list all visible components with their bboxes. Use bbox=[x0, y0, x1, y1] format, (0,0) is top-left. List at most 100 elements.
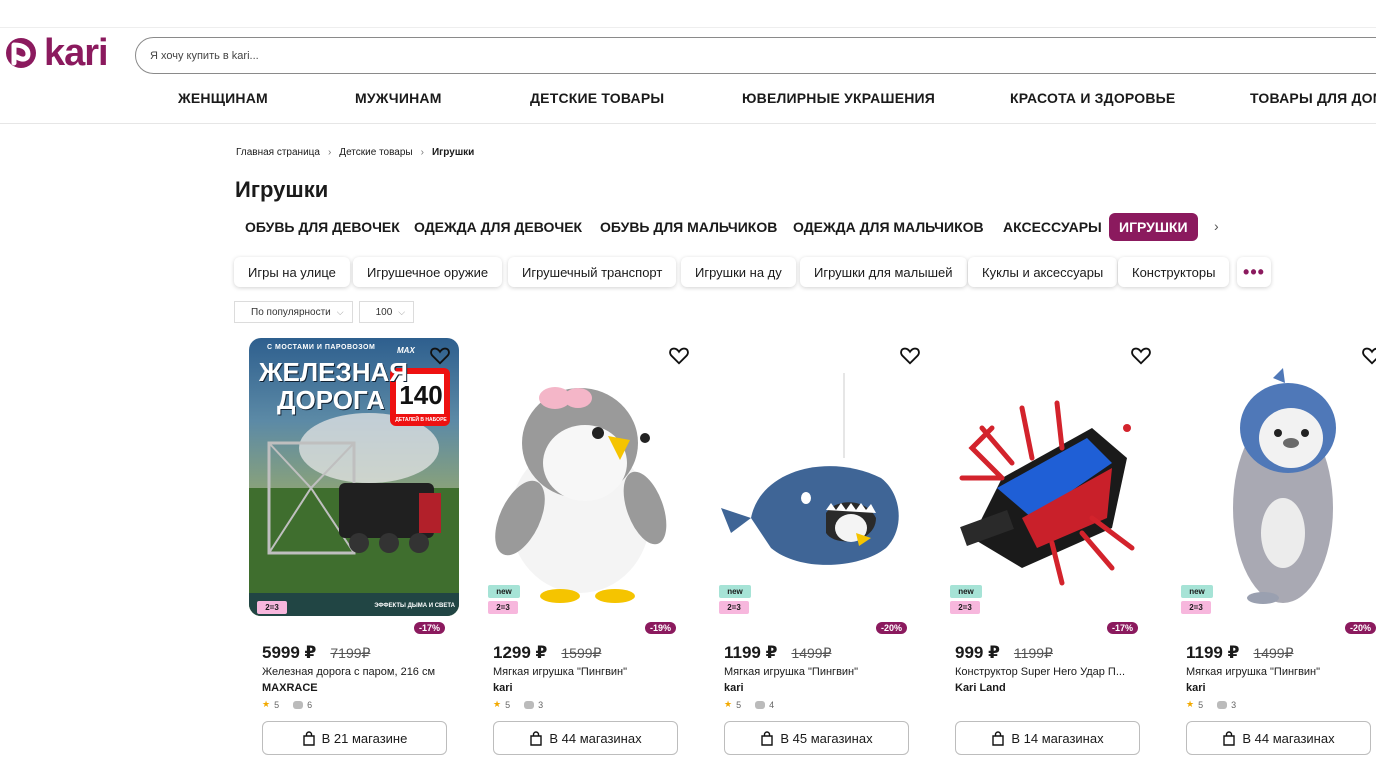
tab-toys[interactable]: ИГРУШКИ bbox=[1109, 213, 1198, 241]
discount-badge: -20% bbox=[1344, 622, 1376, 634]
product-brand: kari bbox=[493, 682, 513, 694]
review-count: 6 bbox=[307, 699, 313, 710]
chip-dolls[interactable]: Куклы и аксессуары bbox=[968, 257, 1118, 287]
old-price: 7199₽ bbox=[330, 645, 371, 661]
breadcrumb-kids[interactable]: Детские товары bbox=[339, 147, 412, 158]
promo-badge: 2=3 bbox=[257, 601, 287, 614]
review-count: 4 bbox=[769, 699, 775, 710]
heart-icon[interactable] bbox=[1130, 344, 1152, 366]
store-availability-button[interactable]: В 14 магазинах bbox=[955, 721, 1140, 755]
star-icon: ★ bbox=[1186, 699, 1195, 709]
nav-item-beauty[interactable]: КРАСОТА И ЗДОРОВЬЕ bbox=[1010, 90, 1175, 106]
product-image[interactable]: new 2=3 bbox=[1173, 338, 1376, 616]
box-brand: MAX bbox=[397, 346, 415, 355]
store-availability-label: В 14 магазинах bbox=[1011, 730, 1104, 746]
nav-item-kids[interactable]: ДЕТСКИЕ ТОВАРЫ bbox=[530, 90, 664, 106]
price-block: 5999 ₽ 7199₽ bbox=[262, 643, 370, 663]
price-block: 1199 ₽ 1499₽ bbox=[724, 643, 832, 663]
logo-text: kari bbox=[44, 32, 109, 74]
breadcrumb-home[interactable]: Главная страница bbox=[236, 147, 320, 158]
per-page-select[interactable]: 100 ⌵ bbox=[358, 301, 415, 323]
product-name[interactable]: Мягкая игрушка "Пингвин" bbox=[724, 666, 914, 678]
tab-girls-shoes[interactable]: ОБУВЬ ДЛЯ ДЕВОЧЕК bbox=[235, 213, 410, 241]
current-price: 1199 ₽ bbox=[1186, 643, 1240, 662]
nav-item-home[interactable]: ТОВАРЫ ДЛЯ ДОМА bbox=[1250, 90, 1376, 106]
price-block: 1299 ₽ 1599₽ bbox=[493, 643, 601, 663]
more-chips-button[interactable]: ••• bbox=[1237, 257, 1271, 287]
rating-row: ★ 5 6 bbox=[262, 699, 312, 710]
promo-badge: 2=3 bbox=[488, 601, 518, 614]
shopping-bag-icon bbox=[992, 730, 1005, 746]
heart-icon[interactable] bbox=[899, 344, 921, 366]
box-title-line1: ЖЕЛЕЗНАЯ bbox=[259, 357, 408, 387]
star-icon: ★ bbox=[724, 699, 733, 709]
store-availability-button[interactable]: В 21 магазине bbox=[262, 721, 447, 755]
chip-toy-transport[interactable]: Игрушечный транспорт bbox=[508, 257, 677, 287]
product-brand: kari bbox=[724, 682, 744, 694]
product-card[interactable]: new 2=3 -17% 999 ₽ 1199₽ Конструктор Sup… bbox=[942, 338, 1152, 755]
heart-icon[interactable] bbox=[429, 344, 451, 366]
tab-girls-clothes[interactable]: ОДЕЖДА ДЛЯ ДЕВОЧЕК bbox=[404, 213, 592, 241]
product-card[interactable]: С МОСТАМИ И ПАРОВОЗОМ MAX ЖЕЛЕЗНАЯ ДОРОГ… bbox=[249, 338, 459, 755]
old-price: 1599₽ bbox=[561, 645, 602, 661]
chevron-right-icon[interactable]: › bbox=[1214, 218, 1219, 234]
new-badge: new bbox=[719, 585, 751, 598]
store-availability-button[interactable]: В 44 магазинах bbox=[493, 721, 678, 755]
chip-toy-weapons[interactable]: Игрушечное оружие bbox=[353, 257, 503, 287]
product-name[interactable]: Мягкая игрушка "Пингвин" bbox=[493, 666, 683, 678]
heart-icon[interactable] bbox=[668, 344, 690, 366]
price-block: 1199 ₽ 1499₽ bbox=[1186, 643, 1294, 663]
search-input[interactable] bbox=[136, 38, 1376, 73]
rating-value: 5 bbox=[505, 699, 511, 710]
chip-constructors[interactable]: Конструкторы bbox=[1118, 257, 1230, 287]
kari-logo[interactable]: kari bbox=[4, 32, 109, 74]
chevron-right-icon: › bbox=[327, 147, 332, 158]
product-name[interactable]: Конструктор Super Hero Удар П... bbox=[955, 666, 1145, 678]
tab-boys-clothes[interactable]: ОДЕЖДА ДЛЯ МАЛЬЧИКОВ bbox=[783, 213, 994, 241]
discount-badge: -17% bbox=[1106, 622, 1138, 634]
nav-item-jewelry[interactable]: ЮВЕЛИРНЫЕ УКРАШЕНИЯ bbox=[742, 90, 935, 106]
sort-select-value: По популярности bbox=[251, 306, 331, 318]
old-price: 1499₽ bbox=[791, 645, 832, 661]
heart-icon[interactable] bbox=[1361, 344, 1376, 366]
tab-accessories[interactable]: АКСЕССУАРЫ bbox=[993, 213, 1112, 241]
rating-row: ★ 5 4 bbox=[724, 699, 774, 710]
store-availability-label: В 21 магазине bbox=[321, 730, 408, 746]
tab-boys-shoes[interactable]: ОБУВЬ ДЛЯ МАЛЬЧИКОВ bbox=[590, 213, 787, 241]
product-card[interactable]: new 2=3 -20% 1199 ₽ 1499₽ Мягкая игрушка… bbox=[1166, 338, 1376, 768]
badges: new 2=3 bbox=[719, 585, 751, 614]
logo-mark-icon bbox=[6, 38, 36, 68]
new-badge: new bbox=[488, 585, 520, 598]
per-page-value: 100 bbox=[375, 306, 393, 318]
chip-outdoor-games[interactable]: Игры на улице bbox=[234, 257, 350, 287]
product-image[interactable]: new 2=3 bbox=[480, 338, 690, 616]
comment-icon bbox=[755, 700, 766, 709]
current-price: 999 ₽ bbox=[955, 643, 1000, 662]
shopping-bag-icon bbox=[761, 730, 774, 746]
search-bar[interactable] bbox=[135, 37, 1376, 74]
box-footer-caption: ЭФФЕКТЫ ДЫМА И СВЕТА bbox=[374, 603, 455, 609]
badges: new 2=3 bbox=[1181, 585, 1213, 614]
product-name[interactable]: Мягкая игрушка "Пингвин" bbox=[1186, 666, 1376, 678]
store-availability-button[interactable]: В 44 магазинах bbox=[1186, 721, 1371, 755]
product-image[interactable]: new 2=3 bbox=[711, 338, 921, 616]
store-availability-button[interactable]: В 45 магазинах bbox=[724, 721, 909, 755]
badges: 2=3 bbox=[257, 601, 287, 614]
product-name[interactable]: Железная дорога с паром, 216 см bbox=[262, 666, 452, 678]
product-card[interactable]: new 2=3 -20% 1199 ₽ 1499₽ Мягкая игрушка… bbox=[711, 338, 921, 755]
nav-item-men[interactable]: МУЖЧИНАМ bbox=[355, 90, 442, 106]
product-image[interactable]: С МОСТАМИ И ПАРОВОЗОМ MAX ЖЕЛЕЗНАЯ ДОРОГ… bbox=[249, 338, 459, 616]
comment-icon bbox=[1217, 700, 1228, 709]
old-price: 1499₽ bbox=[1253, 645, 1294, 661]
review-count: 3 bbox=[538, 699, 544, 710]
product-image[interactable]: new 2=3 bbox=[942, 338, 1152, 616]
chip-rc-toys[interactable]: Игрушки на ду bbox=[681, 257, 796, 287]
product-brand: MAXRACE bbox=[262, 682, 318, 694]
chip-baby-toys[interactable]: Игрушки для малышей bbox=[800, 257, 967, 287]
product-card[interactable]: new 2=3 -19% 1299 ₽ 1599₽ Мягкая игрушка… bbox=[480, 338, 690, 755]
top-divider bbox=[0, 27, 1376, 28]
old-price: 1199₽ bbox=[1013, 645, 1053, 661]
nav-item-women[interactable]: ЖЕНЩИНАМ bbox=[178, 90, 268, 106]
sort-select[interactable]: По популярности ⌵ bbox=[234, 301, 353, 323]
breadcrumb-current: Игрушки bbox=[431, 147, 475, 158]
